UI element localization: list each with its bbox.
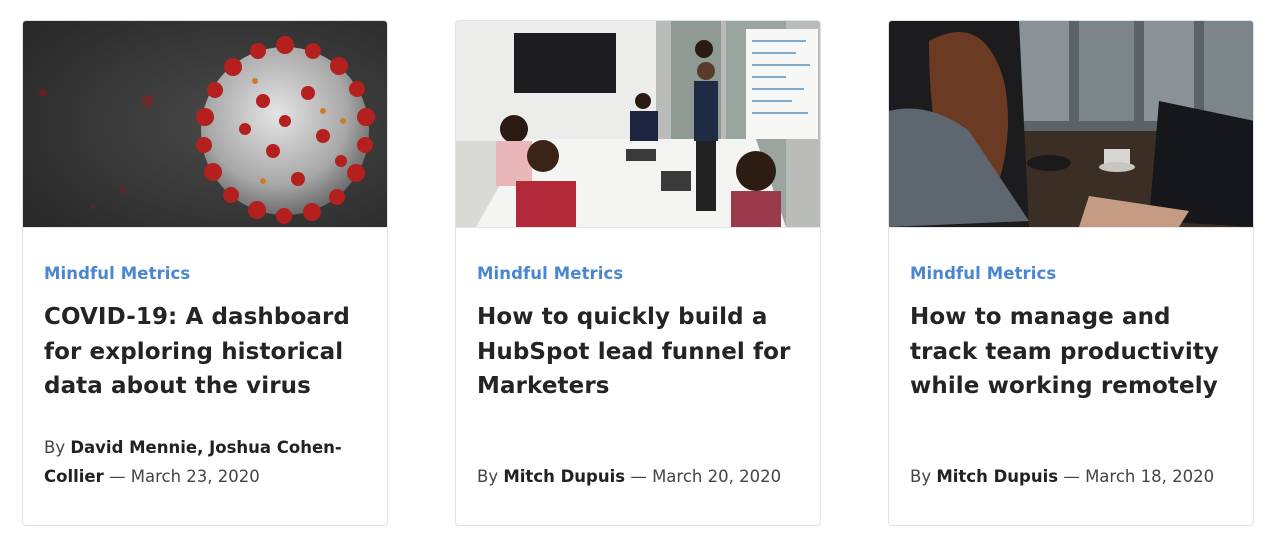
card-title[interactable]: COVID-19: A dashboard for exploring hist… — [44, 300, 366, 404]
publish-date: March 20, 2020 — [652, 467, 782, 486]
card-image-coronavirus[interactable] — [23, 21, 387, 228]
card-category-link[interactable]: Mindful Metrics — [910, 264, 1056, 283]
author-link[interactable]: Mitch Dupuis — [936, 467, 1058, 486]
blog-card[interactable]: Mindful Metrics How to quickly build a H… — [455, 20, 821, 526]
card-image-remote-worker[interactable] — [889, 21, 1253, 228]
card-category-link[interactable]: Mindful Metrics — [477, 264, 623, 283]
card-title[interactable]: How to quickly build a HubSpot lead funn… — [477, 300, 799, 404]
byline-by: By — [477, 467, 499, 486]
publish-date: March 18, 2020 — [1085, 467, 1215, 486]
byline-separator: — — [630, 467, 647, 486]
blog-card[interactable]: Mindful Metrics COVID-19: A dashboard fo… — [22, 20, 388, 526]
card-byline: By Mitch Dupuis — March 20, 2020 — [477, 462, 799, 491]
byline-by: By — [44, 438, 66, 457]
card-byline: By Mitch Dupuis — March 18, 2020 — [910, 462, 1232, 491]
byline-by: By — [910, 467, 932, 486]
card-byline: By David Mennie, Joshua Cohen-Collier — … — [44, 433, 366, 491]
publish-date: March 23, 2020 — [130, 467, 260, 486]
blog-card-grid: Mindful Metrics COVID-19: A dashboard fo… — [0, 0, 1280, 549]
card-title[interactable]: How to manage and track team productivit… — [910, 300, 1232, 404]
byline-separator: — — [1063, 467, 1080, 486]
card-image-team-meeting[interactable] — [456, 21, 820, 228]
blog-card[interactable]: Mindful Metrics How to manage and track … — [888, 20, 1254, 526]
byline-separator: — — [109, 467, 126, 486]
card-category-link[interactable]: Mindful Metrics — [44, 264, 190, 283]
author-link[interactable]: Mitch Dupuis — [503, 467, 625, 486]
